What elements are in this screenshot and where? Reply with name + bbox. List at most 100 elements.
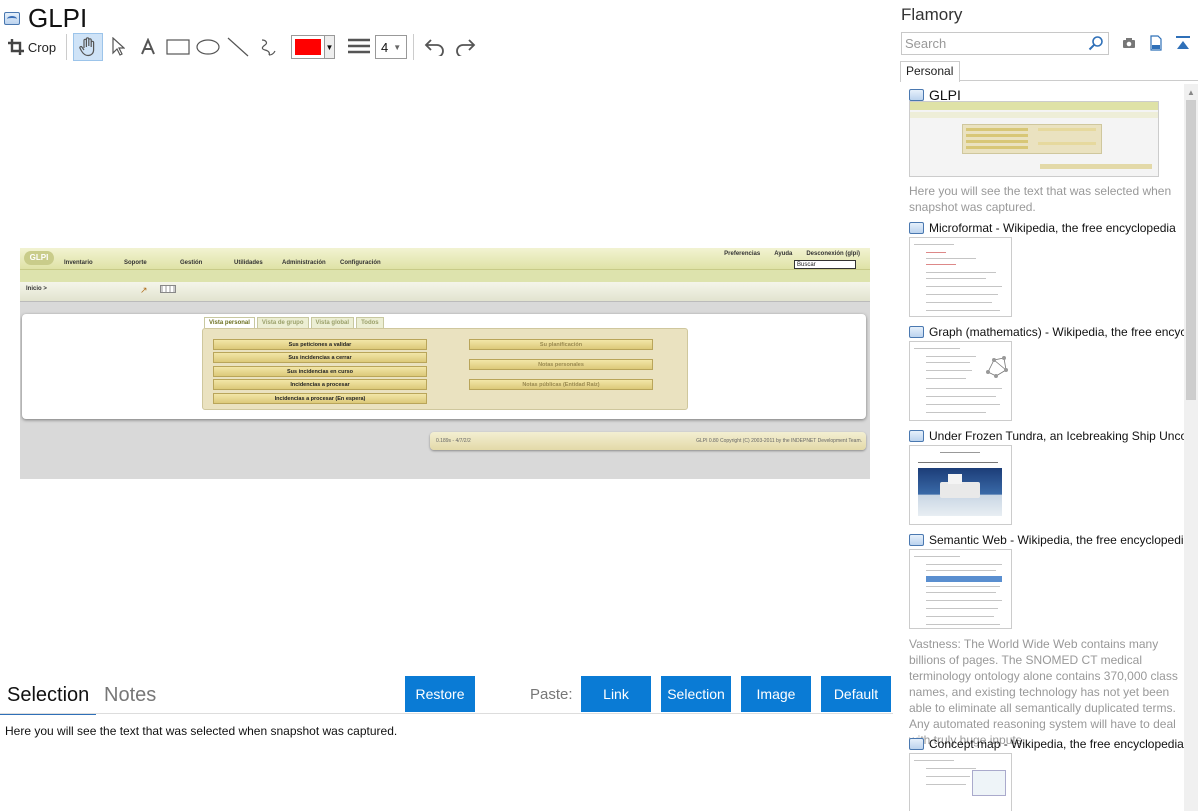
camera-button[interactable] [1120, 34, 1138, 52]
tab-selection[interactable]: Selection [7, 684, 89, 707]
pointer-arrow-icon [112, 37, 125, 56]
document-button[interactable] [1147, 34, 1165, 52]
selection-text[interactable]: Here you will see the text that was sele… [5, 724, 397, 738]
redo-button[interactable] [450, 33, 480, 61]
drawing-toolbar: Crop ▼ 4 ▼ [4, 32, 480, 62]
stroke-width-select[interactable]: 4 ▼ [375, 35, 407, 59]
restore-button[interactable]: Restore [405, 676, 475, 712]
glpi-row: Notas personales [469, 359, 653, 370]
glpi-row: Incidencias a procesar [213, 379, 427, 390]
paste-default-button[interactable]: Default [821, 676, 891, 712]
glpi-menu-item: Utilidades [234, 260, 263, 266]
glpi-footer-time: 0.189s - 4/7/2/2 [436, 438, 471, 444]
glpi-row: Su planificación [469, 339, 653, 350]
app-brand: Flamory [901, 5, 963, 24]
glpi-row: Notas públicas (Entidad Raíz) [469, 379, 653, 390]
crop-button[interactable]: Crop [4, 33, 60, 61]
paste-image-button[interactable]: Image [741, 676, 811, 712]
toolbar-separator [66, 34, 67, 60]
web-page-icon [909, 326, 924, 338]
scroll-up-icon[interactable]: ▲ [1187, 88, 1195, 97]
scrollbar-thumb[interactable] [1186, 100, 1196, 400]
flamory-window: GLPI Crop ▼ 4 ▼ GLPI Inventario Soporte … [0, 0, 1198, 811]
snapshot-image[interactable]: GLPI Inventario Soporte Gestión Utilidad… [20, 248, 870, 479]
hand-tool-button[interactable] [73, 33, 103, 61]
arrow-icon: ↗ [140, 285, 148, 295]
undo-button[interactable] [420, 33, 450, 61]
collapse-button[interactable] [1174, 34, 1192, 52]
glpi-tab: Vista personal [204, 317, 255, 328]
concept-map-figure [972, 770, 1006, 796]
list-item-header: Under Frozen Tundra, an Icebreaking Ship… [909, 428, 1184, 444]
glpi-search: Buscar [794, 260, 856, 269]
paste-link-button[interactable]: Link [581, 676, 651, 712]
divider [0, 713, 893, 714]
list-item[interactable]: GLPI Here you will see the text that was… [909, 87, 1184, 214]
camera-icon [1123, 38, 1135, 48]
line-icon [227, 37, 249, 57]
text-tool-button[interactable] [133, 33, 163, 61]
line-tool-button[interactable] [223, 33, 253, 61]
snapshot-thumbnail [909, 237, 1012, 317]
color-picker[interactable]: ▼ [291, 35, 335, 59]
list-item-title: Under Frozen Tundra, an Icebreaking Ship… [929, 429, 1184, 443]
crop-label: Crop [27, 39, 57, 55]
hand-icon [79, 37, 95, 57]
glpi-footer: 0.189s - 4/7/2/2 GLPI 0.80 Copyright (C)… [430, 432, 866, 450]
snapshot-list: GLPI Here you will see the text that was… [897, 84, 1184, 811]
tab-notes[interactable]: Notes [104, 684, 156, 707]
sidebar-scrollbar[interactable]: ▲ [1184, 84, 1198, 811]
chevron-down-icon: ▼ [324, 36, 334, 58]
freehand-tool-button[interactable] [253, 33, 283, 61]
list-item[interactable]: Concept map - Wikipedia, the free encycl… [909, 736, 1184, 811]
chevron-down-icon: ▼ [393, 42, 402, 52]
web-page-icon [909, 534, 924, 546]
search-icon[interactable] [1088, 35, 1104, 51]
glpi-menu-item: Soporte [124, 260, 147, 266]
glpi-top-link: Desconexión (glpi) [806, 251, 860, 257]
glpi-menu: Inventario Soporte Gestión Utilidades Ad… [64, 260, 381, 266]
rectangle-tool-button[interactable] [163, 33, 193, 61]
search-placeholder: Search [905, 36, 947, 51]
line-weight-icon [348, 38, 370, 54]
line-width-button[interactable] [343, 33, 375, 61]
glpi-tabs: Vista personal Vista de grupo Vista glob… [204, 317, 384, 328]
stroke-width-value: 4 [381, 39, 389, 55]
collapse-up-icon [1176, 36, 1190, 49]
glpi-row: Sus incidencias a cerrar [213, 352, 427, 363]
freehand-curve-icon [261, 39, 276, 56]
list-item[interactable]: Under Frozen Tundra, an Icebreaking Ship… [909, 428, 1184, 525]
glpi-row: Incidencias a procesar (En espera) [213, 393, 427, 404]
web-page-icon [909, 89, 924, 101]
glpi-row: Sus incidencias en curso [213, 366, 427, 377]
color-swatch [295, 39, 321, 55]
tab-personal[interactable]: Personal [900, 61, 960, 82]
redo-icon [456, 39, 476, 56]
toolbar-separator [413, 34, 414, 60]
glpi-row: Sus peticiones a validar [213, 339, 427, 350]
glpi-breadcrumb-bar: Inicio > ↗ [20, 282, 870, 302]
glpi-top-link: Ayuda [774, 251, 793, 257]
list-item-header: Concept map - Wikipedia, the free encycl… [909, 736, 1184, 752]
glpi-header: GLPI Inventario Soporte Gestión Utilidad… [20, 248, 870, 270]
glpi-menu-item: Administración [282, 260, 326, 266]
document-title: GLPI [28, 2, 88, 33]
glpi-subbar [20, 270, 870, 282]
snapshot-thumbnail [909, 753, 1012, 811]
list-item-header: Microformat - Wikipedia, the free encycl… [909, 220, 1184, 236]
list-item[interactable]: Microformat - Wikipedia, the free encycl… [909, 220, 1184, 317]
glpi-top-link: Preferencias [724, 251, 761, 257]
graph-diagram-icon [986, 356, 1008, 378]
search-input[interactable]: Search [901, 32, 1109, 55]
list-item[interactable]: Semantic Web - Wikipedia, the free encyc… [909, 532, 1184, 747]
ellipse-tool-button[interactable] [193, 33, 223, 61]
paste-label: Paste: [530, 686, 573, 703]
list-item-description: Here you will see the text that was sele… [909, 184, 1172, 214]
glpi-dashboard: Sus peticiones a validar Sus incidencias… [202, 328, 688, 410]
select-tool-button[interactable] [103, 33, 133, 61]
ellipse-icon [196, 39, 220, 55]
list-item[interactable]: Graph (mathematics) - Wikipedia, the fre… [909, 324, 1184, 421]
paste-selection-button[interactable]: Selection [661, 676, 731, 712]
web-page-icon [909, 738, 924, 750]
document-icon [1150, 35, 1162, 51]
